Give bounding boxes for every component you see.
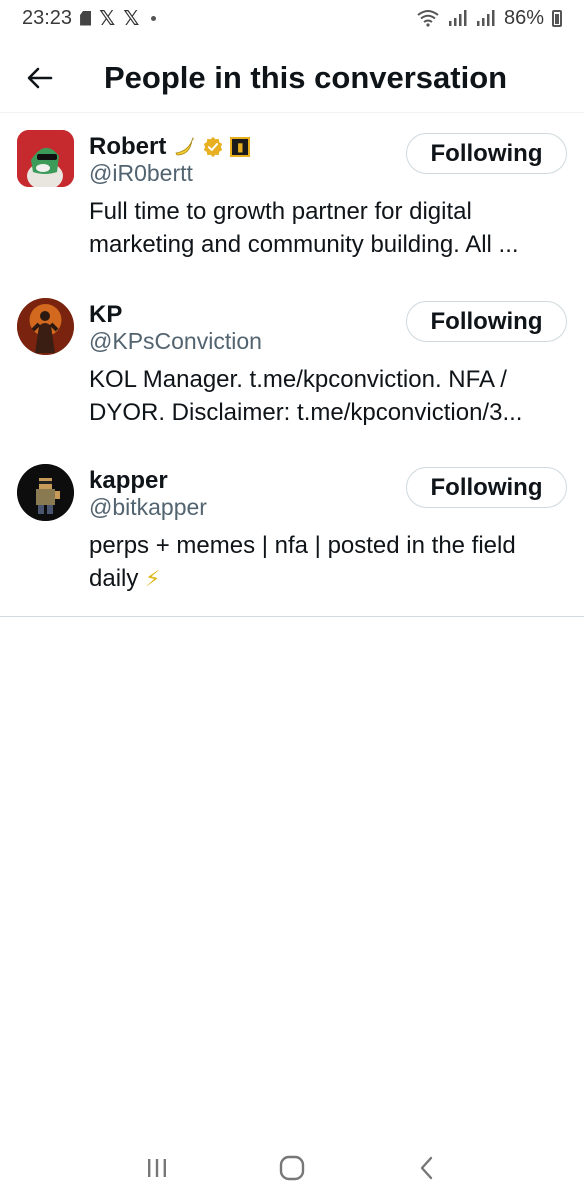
display-name[interactable]: kapper bbox=[89, 467, 168, 495]
people-list: Robert ▮ @iR0bertt Full time to growth p… bbox=[0, 113, 584, 617]
bio: Full time to growth partner for digital … bbox=[89, 198, 519, 258]
signal-icon bbox=[476, 10, 495, 26]
verified-badge-icon bbox=[204, 136, 223, 158]
display-name[interactable]: KP bbox=[89, 301, 122, 329]
person-row[interactable]: KP @KPsConviction KOL Manager. t.me/kpco… bbox=[0, 281, 584, 447]
home-icon bbox=[279, 1155, 305, 1181]
x-logo-icon: 𝕏 bbox=[123, 6, 140, 30]
home-button[interactable] bbox=[267, 1148, 317, 1188]
avatar[interactable] bbox=[17, 298, 74, 355]
avatar[interactable] bbox=[17, 464, 74, 521]
recent-apps-button[interactable] bbox=[132, 1148, 182, 1188]
signal-icon bbox=[448, 10, 467, 26]
status-left: 23:23 𝕏 𝕏 bbox=[22, 6, 157, 30]
page-header: People in this conversation bbox=[0, 44, 584, 113]
affiliate-badge-icon: ▮ bbox=[230, 137, 251, 157]
avatar[interactable] bbox=[17, 130, 74, 187]
status-bar: 23:23 𝕏 𝕏 86% bbox=[0, 0, 584, 36]
following-button[interactable]: Following bbox=[406, 301, 567, 342]
notification-dot-icon bbox=[151, 15, 157, 21]
recent-apps-icon bbox=[148, 1159, 167, 1177]
back-button[interactable] bbox=[20, 58, 60, 98]
bio: KOL Manager. t.me/kpconviction. NFA / DY… bbox=[89, 366, 523, 426]
battery-icon bbox=[552, 9, 562, 27]
following-button[interactable]: Following bbox=[406, 133, 567, 174]
arrow-left-icon bbox=[27, 67, 53, 89]
banana-icon bbox=[175, 137, 195, 156]
status-time: 23:23 bbox=[22, 6, 73, 29]
back-icon bbox=[420, 1156, 432, 1180]
display-name[interactable]: Robert bbox=[89, 133, 166, 161]
person-row[interactable]: Robert ▮ @iR0bertt Full time to growth p… bbox=[0, 113, 584, 281]
person-row[interactable]: kapper @bitkapper perps + memes | nfa | … bbox=[0, 447, 584, 616]
page-title: People in this conversation bbox=[104, 60, 508, 95]
battery-text: 86% bbox=[503, 6, 544, 29]
sd-card-icon bbox=[80, 10, 92, 26]
wifi-icon bbox=[417, 10, 439, 27]
lightning-emoji: ⚡ bbox=[145, 567, 161, 592]
system-back-button[interactable] bbox=[402, 1148, 452, 1188]
status-right: 86% bbox=[416, 7, 562, 30]
following-button[interactable]: Following bbox=[406, 467, 567, 508]
bio: perps + memes | nfa | posted in the fiel… bbox=[89, 529, 559, 596]
x-logo-icon: 𝕏 bbox=[99, 6, 116, 30]
system-nav-bar bbox=[0, 1136, 584, 1200]
